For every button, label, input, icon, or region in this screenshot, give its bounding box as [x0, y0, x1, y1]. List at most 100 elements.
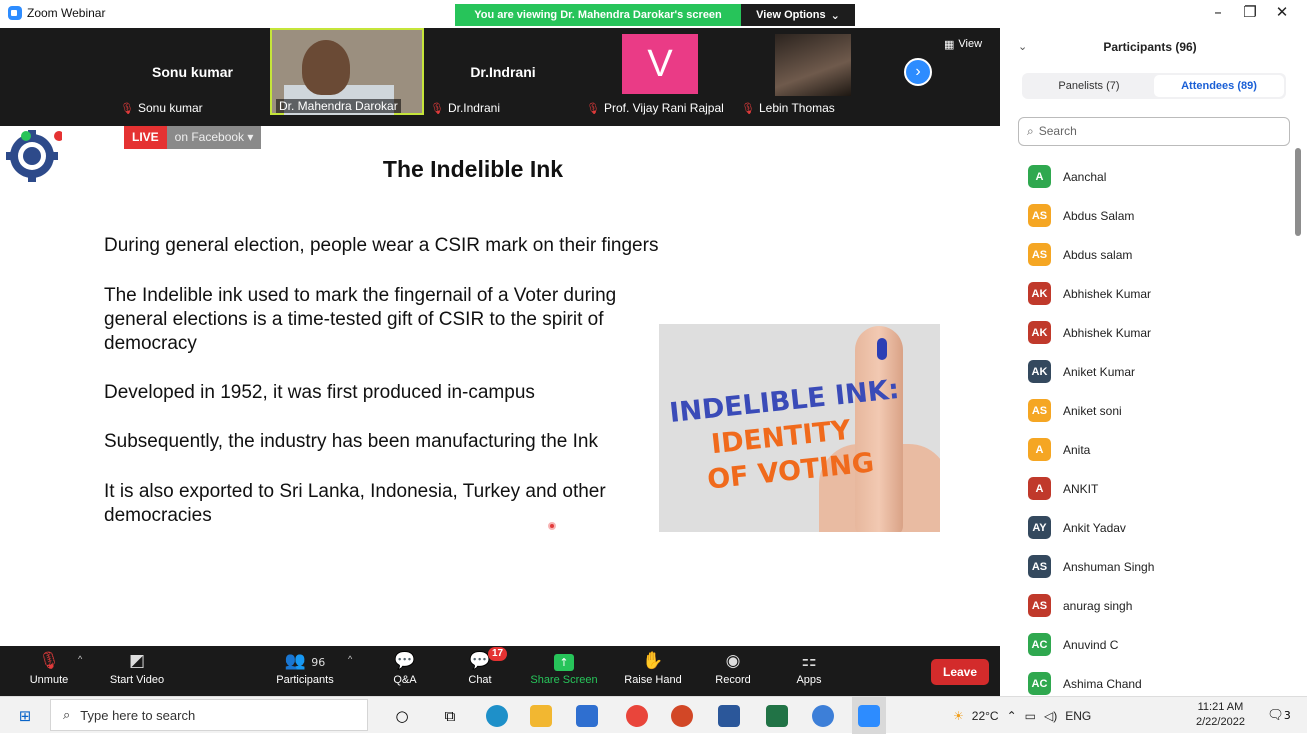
browser-icon[interactable]	[806, 697, 840, 734]
video-tile-vijay[interactable]: V 🎙 Prof. Vijay Rani Rajpal	[582, 28, 735, 115]
mic-muted-icon: 🎙	[741, 102, 755, 115]
video-tile-sonu[interactable]: Sonu kumar 🎙 Sonu kumar	[116, 28, 269, 115]
attendee-name: Abhishek Kumar	[1063, 325, 1152, 340]
raise-hand-button[interactable]: ✋ Raise Hand	[622, 646, 684, 696]
chat-label: Chat	[468, 674, 492, 686]
record-label: Record	[715, 674, 751, 686]
attendee-name: Ankit Yadav	[1063, 520, 1126, 535]
participants-label: Participants	[276, 674, 334, 686]
file-explorer-icon[interactable]	[524, 697, 558, 734]
store-icon[interactable]	[570, 697, 604, 734]
chevron-up-icon[interactable]: ^	[78, 654, 82, 664]
video-photo	[775, 34, 851, 96]
slide-bullet: During general election, people wear a C…	[104, 235, 659, 256]
live-stream-badge[interactable]: LIVE on Facebook ▾	[124, 126, 262, 149]
battery-icon[interactable]: ▭	[1025, 709, 1036, 723]
avatar: AS	[1028, 204, 1051, 227]
search-icon: ⌕	[63, 707, 71, 722]
task-view-icon[interactable]: ⧉	[434, 697, 466, 734]
avatar: AK	[1028, 360, 1051, 383]
attendee-row[interactable]: A Aanchal	[1028, 157, 1288, 196]
avatar: AS	[1028, 594, 1051, 617]
clock-time: 11:21 AM	[1197, 701, 1244, 713]
video-tile-lebin[interactable]: 🎙 Lebin Thomas	[737, 28, 890, 115]
scrollbar[interactable]	[1295, 148, 1301, 236]
chevron-up-icon[interactable]: ^	[348, 654, 352, 664]
attendee-row[interactable]: AK Abhishek Kumar	[1028, 274, 1288, 313]
close-button[interactable]: ✕	[1262, 3, 1302, 25]
zoom-taskbar-icon[interactable]	[852, 697, 886, 734]
participants-panel: ⌄ Participants (96) Panelists (7) Attend…	[1000, 28, 1307, 696]
attendee-row[interactable]: A Anita	[1028, 430, 1288, 469]
weather-temp[interactable]: 22°C	[972, 709, 999, 723]
apps-button[interactable]: ⚏ Apps	[790, 646, 828, 696]
excel-icon[interactable]	[760, 697, 794, 734]
tab-panelists[interactable]: Panelists (7)	[1024, 75, 1154, 97]
video-off-icon: ◩	[128, 651, 146, 671]
taskbar-search-placeholder: Type here to search	[80, 707, 196, 723]
clock[interactable]: 11:21 AM 2/22/2022	[1196, 700, 1245, 730]
windows-start-icon[interactable]: ⊞	[8, 697, 42, 734]
attendee-row[interactable]: AC Anuvind C	[1028, 625, 1288, 664]
qa-icon: 💬	[394, 651, 416, 671]
slide-bullet: Developed in 1952, it was first produced…	[104, 382, 535, 403]
next-page-button[interactable]: ›	[904, 58, 932, 86]
taskbar-search-input[interactable]: ⌕ Type here to search	[50, 699, 368, 731]
avatar: A	[1028, 165, 1051, 188]
chrome-icon[interactable]	[620, 697, 654, 734]
attendee-name: Aniket soni	[1063, 403, 1122, 418]
chevron-down-icon: ⌄	[830, 9, 840, 22]
notification-icon[interactable]: 🗨 3	[1262, 697, 1296, 734]
attendee-row[interactable]: AS Aniket soni	[1028, 391, 1288, 430]
powerpoint-icon[interactable]	[665, 697, 699, 734]
edge-icon[interactable]	[480, 697, 514, 734]
chat-button[interactable]: 💬 17 Chat	[460, 646, 508, 696]
participant-search-input[interactable]: ⌕ Search	[1018, 117, 1290, 146]
apps-icon: ⚏	[801, 651, 817, 671]
attendee-name: ANKIT	[1063, 481, 1099, 496]
view-options-label: View Options	[756, 9, 826, 21]
tile-label: Dr. Mahendra Darokar	[276, 99, 401, 113]
attendee-name: Anita	[1063, 442, 1091, 457]
qa-button[interactable]: 💬 Q&A	[385, 646, 425, 696]
attendee-row[interactable]: AS Abdus Salam	[1028, 196, 1288, 235]
indelible-ink-image: INDELIBLE INK: IDENTITY OF VOTING	[659, 324, 940, 532]
unmute-button[interactable]: 🎙 Unmute ^	[24, 646, 83, 696]
tab-attendees[interactable]: Attendees (89)	[1154, 75, 1284, 97]
mic-muted-icon: 🎙	[586, 102, 600, 115]
attendee-name: Abdus salam	[1063, 247, 1133, 262]
attendee-row[interactable]: A ANKIT	[1028, 469, 1288, 508]
attendee-row[interactable]: AS anurag singh	[1028, 586, 1288, 625]
chevron-up-icon[interactable]: ⌃	[1007, 709, 1017, 723]
avatar: AK	[1028, 282, 1051, 305]
record-button[interactable]: ◉ Record	[712, 646, 754, 696]
attendee-row[interactable]: AS Abdus salam	[1028, 235, 1288, 274]
zoom-logo-icon	[8, 6, 22, 20]
start-video-button[interactable]: ◩ Start Video	[104, 646, 170, 696]
weather-icon: ☀	[953, 708, 964, 723]
video-tile-mahendra[interactable]: Dr. Mahendra Darokar	[270, 28, 424, 115]
share-screen-button[interactable]: ↑ Share Screen	[528, 646, 600, 696]
leave-button[interactable]: Leave	[931, 659, 989, 685]
cortana-icon[interactable]: ○	[386, 697, 418, 734]
search-placeholder: Search	[1038, 124, 1077, 138]
language-indicator[interactable]: ENG	[1065, 709, 1091, 723]
volume-icon[interactable]: ◁)	[1044, 709, 1057, 723]
title-bar: Zoom Webinar You are viewing Dr. Mahendr…	[0, 0, 1307, 28]
attendee-row[interactable]: AS Anshuman Singh	[1028, 547, 1288, 586]
word-icon[interactable]	[712, 697, 746, 734]
attendee-row[interactable]: AK Abhishek Kumar	[1028, 313, 1288, 352]
grid-icon: ▦	[944, 39, 955, 51]
attendee-row[interactable]: AY Ankit Yadav	[1028, 508, 1288, 547]
mic-muted-icon: 🎙	[430, 102, 444, 115]
tile-label: 🎙 Dr.Indrani	[430, 101, 500, 115]
avatar: AC	[1028, 633, 1051, 656]
view-options-button[interactable]: View Options ⌄	[741, 4, 855, 26]
avatar: AC	[1028, 672, 1051, 695]
video-tile-indrani[interactable]: Dr.Indrani 🎙 Dr.Indrani	[426, 28, 580, 115]
system-tray: ☀ 22°C ⌃ ▭ ◁) ENG	[953, 697, 1091, 734]
video-strip: Sonu kumar 🎙 Sonu kumar Dr. Mahendra Daro…	[0, 28, 1000, 126]
view-button[interactable]: ▦ View	[944, 38, 982, 51]
attendee-row[interactable]: AK Aniket Kumar	[1028, 352, 1288, 391]
participants-button[interactable]: 👥 96 Participants ^	[270, 646, 352, 696]
